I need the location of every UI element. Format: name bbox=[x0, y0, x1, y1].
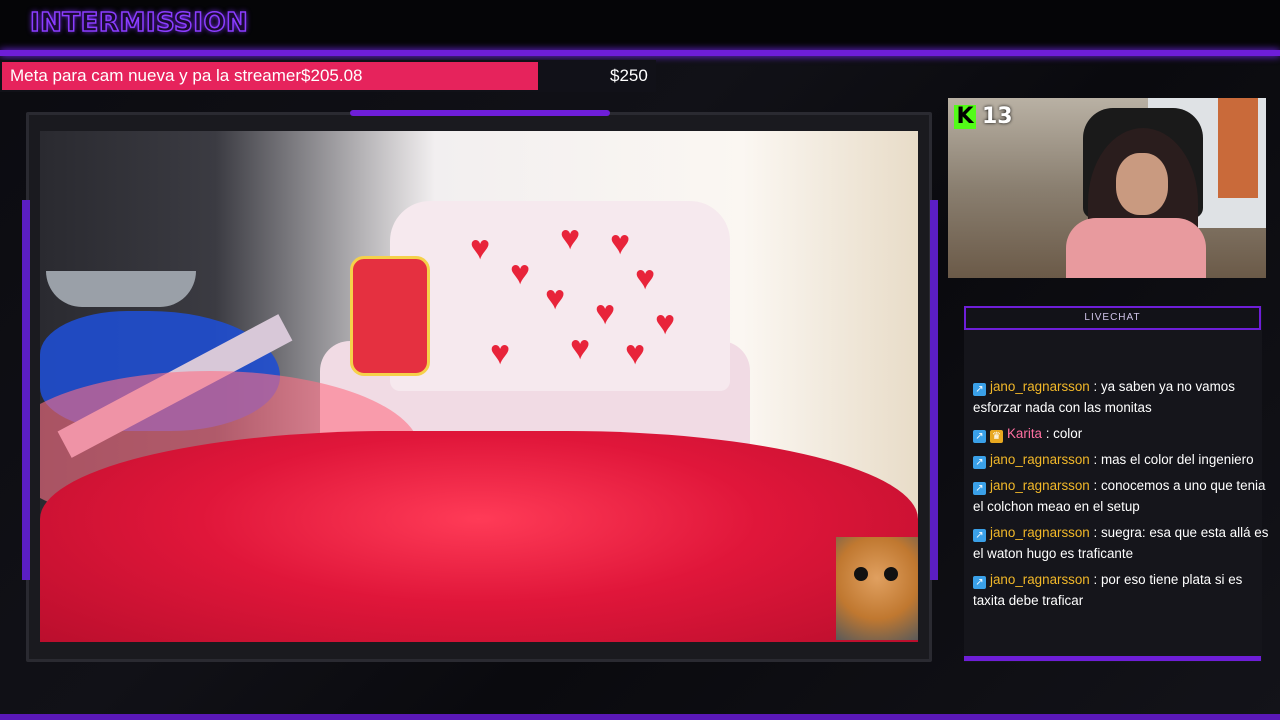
chat-message: ↗ ♛ Karita : color bbox=[973, 423, 1278, 444]
chat-message: ↗ jano_ragnarsson : ya saben ya no vamos … bbox=[973, 376, 1278, 418]
cake-topper bbox=[350, 256, 430, 376]
donation-goal-bar: Meta para cam nueva y pa la streamer$205… bbox=[0, 60, 656, 92]
chat-separator: : bbox=[1089, 452, 1101, 467]
goal-label: Meta para cam nueva y pa la streamer$205… bbox=[10, 66, 362, 86]
page-title: INTERMISSION bbox=[29, 7, 249, 39]
chat-separator: : bbox=[1089, 572, 1101, 587]
goal-target-amount: $250 bbox=[610, 66, 648, 85]
kick-logo-icon: K bbox=[954, 104, 976, 129]
heart-icon: ♥ bbox=[545, 279, 566, 317]
heart-icon: ♥ bbox=[570, 329, 591, 367]
heart-icon: ♥ bbox=[510, 254, 531, 292]
viewer-counter: K 13 bbox=[954, 104, 1013, 129]
sub-badge-icon: ↗ bbox=[973, 430, 986, 443]
heart-icon: ♥ bbox=[625, 334, 646, 372]
viewer-count: 13 bbox=[982, 104, 1013, 129]
sub-badge-icon: ↗ bbox=[973, 529, 986, 542]
main-video-feed: ♥ ♥ ♥ ♥ ♥ ♥ ♥ ♥ ♥ ♥ ♥ bbox=[40, 131, 918, 642]
heart-icon: ♥ bbox=[560, 219, 581, 257]
sub-badge-icon: ↗ bbox=[973, 576, 986, 589]
heart-icon: ♥ bbox=[655, 304, 676, 342]
frame-accent bbox=[350, 110, 610, 116]
chat-username[interactable]: jano_ragnarsson bbox=[990, 379, 1090, 394]
crown-badge-icon: ♛ bbox=[990, 430, 1003, 443]
chat-message: ↗ jano_ragnarsson : por eso tiene plata s… bbox=[973, 569, 1278, 611]
chat-message: ↗ jano_ragnarsson : conocemos a uno que t… bbox=[973, 475, 1278, 517]
chat-username[interactable]: jano_ragnarsson bbox=[990, 478, 1090, 493]
heart-icon: ♥ bbox=[610, 224, 631, 262]
heart-icon: ♥ bbox=[490, 334, 511, 372]
heart-icon: ♥ bbox=[470, 229, 491, 267]
chat-separator: : bbox=[1089, 525, 1101, 540]
chat-message: ↗ jano_ragnarsson : mas el color del inge… bbox=[973, 449, 1278, 470]
chat-username[interactable]: Karita bbox=[1007, 426, 1042, 441]
bowl-shape bbox=[46, 271, 196, 307]
heart-icon: ♥ bbox=[595, 294, 616, 332]
top-divider bbox=[0, 50, 1280, 56]
frame-side-deco-right bbox=[930, 200, 938, 580]
streamer-face bbox=[1116, 153, 1168, 215]
sub-badge-icon: ↗ bbox=[973, 383, 986, 396]
red-tulle bbox=[40, 431, 918, 642]
cam-door bbox=[1218, 98, 1258, 198]
streamer-shirt bbox=[1066, 218, 1206, 278]
chat-username[interactable]: jano_ragnarsson bbox=[990, 572, 1090, 587]
chat-text: mas el color del ingeniero bbox=[1100, 452, 1254, 467]
chat-separator: : bbox=[1041, 426, 1054, 441]
chat-header: LIVECHAT bbox=[964, 306, 1261, 330]
cat-eye bbox=[884, 567, 898, 581]
goal-current-amount: $205.08 bbox=[301, 66, 363, 85]
chat-separator: : bbox=[1089, 478, 1101, 493]
chat-message-list: ↗ jano_ragnarsson : ya saben ya no vamos … bbox=[973, 376, 1278, 616]
chat-text: color bbox=[1053, 426, 1083, 441]
stream-overlay: INTERMISSION Meta para cam nueva y pa la… bbox=[0, 0, 1280, 720]
heart-icon: ♥ bbox=[635, 259, 656, 297]
goal-title: Meta para cam nueva y pa la streamer bbox=[10, 66, 302, 85]
streamer-webcam: K 13 bbox=[948, 98, 1266, 278]
bottom-divider bbox=[0, 714, 1280, 720]
cat-emote-image bbox=[836, 537, 918, 640]
chat-message: ↗ jano_ragnarsson : suegra: esa que esta … bbox=[973, 522, 1278, 564]
sub-badge-icon: ↗ bbox=[973, 456, 986, 469]
top-bar: INTERMISSION bbox=[0, 0, 1280, 50]
sub-badge-icon: ↗ bbox=[973, 482, 986, 495]
chat-separator: : bbox=[1089, 379, 1101, 394]
chat-username[interactable]: jano_ragnarsson bbox=[990, 525, 1090, 540]
chat-bottom-accent bbox=[964, 656, 1261, 661]
cat-eye bbox=[854, 567, 868, 581]
chat-username[interactable]: jano_ragnarsson bbox=[990, 452, 1090, 467]
frame-side-deco-left bbox=[22, 200, 30, 580]
